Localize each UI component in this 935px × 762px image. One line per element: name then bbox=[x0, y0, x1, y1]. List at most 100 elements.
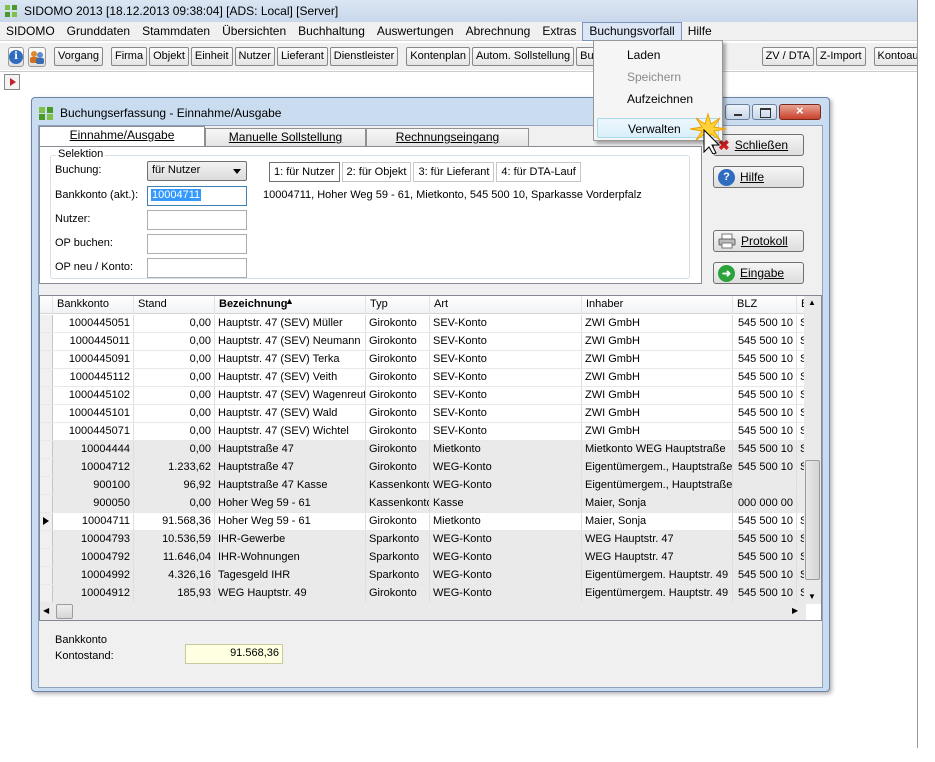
table-cell: Mietkonto WEG Hauptstraße bbox=[582, 441, 733, 458]
row-indicator[interactable] bbox=[40, 315, 53, 332]
info-icon: i bbox=[9, 49, 23, 64]
table-cell: 0,00 bbox=[134, 495, 215, 512]
scroll-left-icon[interactable]: ◀ bbox=[43, 606, 49, 615]
row-indicator[interactable] bbox=[40, 441, 53, 458]
scroll-down-icon[interactable]: ▼ bbox=[808, 592, 816, 601]
menu-buchhaltung[interactable]: Buchhaltung bbox=[292, 22, 371, 41]
option-fuer-dta-lauf[interactable]: 4: für DTA-Lauf bbox=[496, 162, 581, 182]
menu-buchungsvorfall[interactable]: Buchungsvorfall bbox=[582, 21, 682, 41]
tab-einnahme-ausgabe[interactable]: Einnahme/Ausgabe bbox=[39, 126, 205, 147]
row-indicator[interactable] bbox=[40, 333, 53, 350]
col-bankkonto[interactable]: Bankkonto bbox=[53, 296, 134, 314]
col-typ[interactable]: Typ bbox=[366, 296, 430, 314]
table-row[interactable]: 10004792 11.646,04 IHR-Wohnungen Sparkonto W… bbox=[40, 549, 807, 567]
toolbar-objekt-button[interactable]: Objekt bbox=[149, 47, 189, 66]
menu-stammdaten[interactable]: Stammdaten bbox=[136, 22, 216, 41]
option-fuer-nutzer[interactable]: 1: für Nutzer bbox=[269, 162, 340, 182]
toolbar-z-import-button[interactable]: Z-Import bbox=[815, 47, 866, 66]
close-button[interactable] bbox=[779, 103, 821, 120]
row-indicator[interactable] bbox=[40, 387, 53, 404]
users-button[interactable] bbox=[28, 46, 46, 67]
table-row[interactable]: 10004912 185,93 WEG Hauptstr. 49 Girokonto W… bbox=[40, 585, 807, 603]
row-indicator[interactable] bbox=[40, 405, 53, 422]
scroll-thumb[interactable] bbox=[805, 460, 820, 580]
row-indicator[interactable] bbox=[40, 513, 53, 530]
col-inhaber[interactable]: Inhaber bbox=[582, 296, 733, 314]
toolbar-autom-sollstellung-button[interactable]: Autom. Sollstellung bbox=[471, 47, 575, 66]
op-buchen-input[interactable] bbox=[147, 234, 247, 254]
table-row[interactable]: 1000445071 0,00 Hauptstr. 47 (SEV) Wichtel… bbox=[40, 423, 807, 441]
info-button[interactable]: i bbox=[8, 46, 24, 67]
row-indicator[interactable] bbox=[40, 495, 53, 512]
toolbar-dienstleister-button[interactable]: Dienstleister bbox=[329, 47, 399, 66]
grid-rows: 1000445051 0,00 Hauptstr. 47 (SEV) Müller G… bbox=[40, 315, 807, 603]
menu-auswertungen[interactable]: Auswertungen bbox=[371, 22, 460, 41]
row-indicator[interactable] bbox=[40, 369, 53, 386]
row-indicator[interactable] bbox=[40, 351, 53, 368]
tab-manuelle-sollstellung[interactable]: Manuelle Sollstellung bbox=[205, 128, 366, 147]
menu-sidomo[interactable]: SIDOMO bbox=[0, 22, 61, 41]
table-row[interactable]: 10004793 10.536,59 IHR-Gewerbe Sparkonto WEG… bbox=[40, 531, 807, 549]
menu-extras[interactable]: Extras bbox=[536, 22, 582, 41]
horizontal-scrollbar[interactable]: ◀ ▶ bbox=[40, 603, 806, 620]
table-cell: 1000445051 bbox=[53, 315, 134, 332]
table-row[interactable]: 1000445091 0,00 Hauptstr. 47 (SEV) Terka Gi… bbox=[40, 351, 807, 369]
option-fuer-lieferant[interactable]: 3: für Lieferant bbox=[413, 162, 495, 182]
option-fuer-objekt[interactable]: 2: für Objekt bbox=[341, 162, 412, 182]
table-row[interactable]: 10004992 4.326,16 Tagesgeld IHR Sparkonto WE… bbox=[40, 567, 807, 585]
toolbar-firma-button[interactable]: Firma bbox=[110, 47, 148, 66]
scroll-up-icon[interactable]: ▲ bbox=[808, 298, 816, 307]
table-row[interactable]: 900100 96,92 Hauptstraße 47 Kasse Kassenkon… bbox=[40, 477, 807, 495]
table-row[interactable]: 10004444 0,00 Hauptstraße 47 Girokonto Mietk… bbox=[40, 441, 807, 459]
col-bezeichnung[interactable]: Bezeichnung ▲ bbox=[215, 296, 366, 314]
menu-abrechnung[interactable]: Abrechnung bbox=[460, 22, 537, 41]
expand-arrow-button[interactable] bbox=[4, 74, 20, 90]
col-art[interactable]: Art bbox=[430, 296, 582, 314]
row-indicator[interactable] bbox=[40, 477, 53, 494]
table-row[interactable]: 10004712 1.233,62 Hauptstraße 47 Girokonto W… bbox=[40, 459, 807, 477]
table-row[interactable]: 900050 0,00 Hoher Weg 59 - 61 Kassenkonto Ka… bbox=[40, 495, 807, 513]
col-stand[interactable]: Stand bbox=[134, 296, 215, 314]
toolbar-kontenplan-button[interactable]: Kontenplan bbox=[406, 47, 470, 66]
table-cell: 0,00 bbox=[134, 405, 215, 422]
table-row[interactable]: 1000445112 0,00 Hauptstr. 47 (SEV) Veith Gi… bbox=[40, 369, 807, 387]
table-row[interactable]: 1000445101 0,00 Hauptstr. 47 (SEV) Wald Gir… bbox=[40, 405, 807, 423]
row-indicator[interactable] bbox=[40, 531, 53, 548]
menu-hilfe[interactable]: Hilfe bbox=[682, 22, 718, 41]
toolbar-vorgang-button[interactable]: Vorgang bbox=[54, 47, 103, 66]
vertical-scrollbar[interactable]: ▲ ▼ bbox=[804, 296, 821, 604]
table-cell: WEG-Konto bbox=[430, 567, 582, 584]
table-row[interactable]: 1000445102 0,00 Hauptstr. 47 (SEV) Wagenre… bbox=[40, 387, 807, 405]
bankkonto-input[interactable]: 10004711 bbox=[147, 186, 247, 206]
nutzer-input[interactable] bbox=[147, 210, 247, 230]
row-indicator[interactable] bbox=[40, 549, 53, 566]
row-indicator[interactable] bbox=[40, 423, 53, 440]
row-indicator[interactable] bbox=[40, 585, 53, 602]
protokoll-button[interactable]: Protokoll bbox=[713, 230, 804, 252]
toolbar-kontoauszug-button[interactable]: Kontoauszug bbox=[873, 47, 917, 66]
eingabe-button[interactable]: ➜ Eingabe bbox=[713, 262, 804, 284]
col-blz[interactable]: BLZ bbox=[733, 296, 797, 314]
toolbar-nutzer-button[interactable]: Nutzer bbox=[234, 47, 275, 66]
table-cell: Hauptstraße 47 Kasse bbox=[215, 477, 366, 494]
menu-item-laden[interactable]: Laden bbox=[597, 45, 719, 65]
op-neu-konto-input[interactable] bbox=[147, 258, 247, 278]
grid-header: Bankkonto Stand Bezeichnung ▲ Typ Art Inh… bbox=[40, 296, 807, 314]
maximize-button[interactable] bbox=[752, 104, 777, 120]
menu-item-aufzeichnen[interactable]: Aufzeichnen bbox=[597, 89, 719, 109]
table-row[interactable]: 10004711 91.568,36 Hoher Weg 59 - 61 Giroko… bbox=[40, 513, 807, 531]
row-indicator[interactable] bbox=[40, 459, 53, 476]
scroll-right-icon[interactable]: ▶ bbox=[792, 606, 798, 615]
buchung-select[interactable]: für Nutzer bbox=[147, 161, 247, 181]
toolbar-zv-dta-button[interactable]: ZV / DTA bbox=[761, 47, 814, 66]
table-row[interactable]: 1000445051 0,00 Hauptstr. 47 (SEV) Müller G… bbox=[40, 315, 807, 333]
hscroll-thumb[interactable] bbox=[56, 604, 73, 619]
table-row[interactable]: 1000445011 0,00 Hauptstr. 47 (SEV) Neumann… bbox=[40, 333, 807, 351]
menu-grunddaten[interactable]: Grunddaten bbox=[61, 22, 136, 41]
toolbar-lieferant-button[interactable]: Lieferant bbox=[276, 47, 328, 66]
tab-rechnungseingang[interactable]: Rechnungseingang bbox=[366, 128, 529, 147]
hilfe-button[interactable]: ? Hilfe bbox=[713, 166, 804, 188]
toolbar-einheit-button[interactable]: Einheit bbox=[190, 47, 233, 66]
row-indicator[interactable] bbox=[40, 567, 53, 584]
menu-uebersichten[interactable]: Übersichten bbox=[216, 22, 292, 41]
